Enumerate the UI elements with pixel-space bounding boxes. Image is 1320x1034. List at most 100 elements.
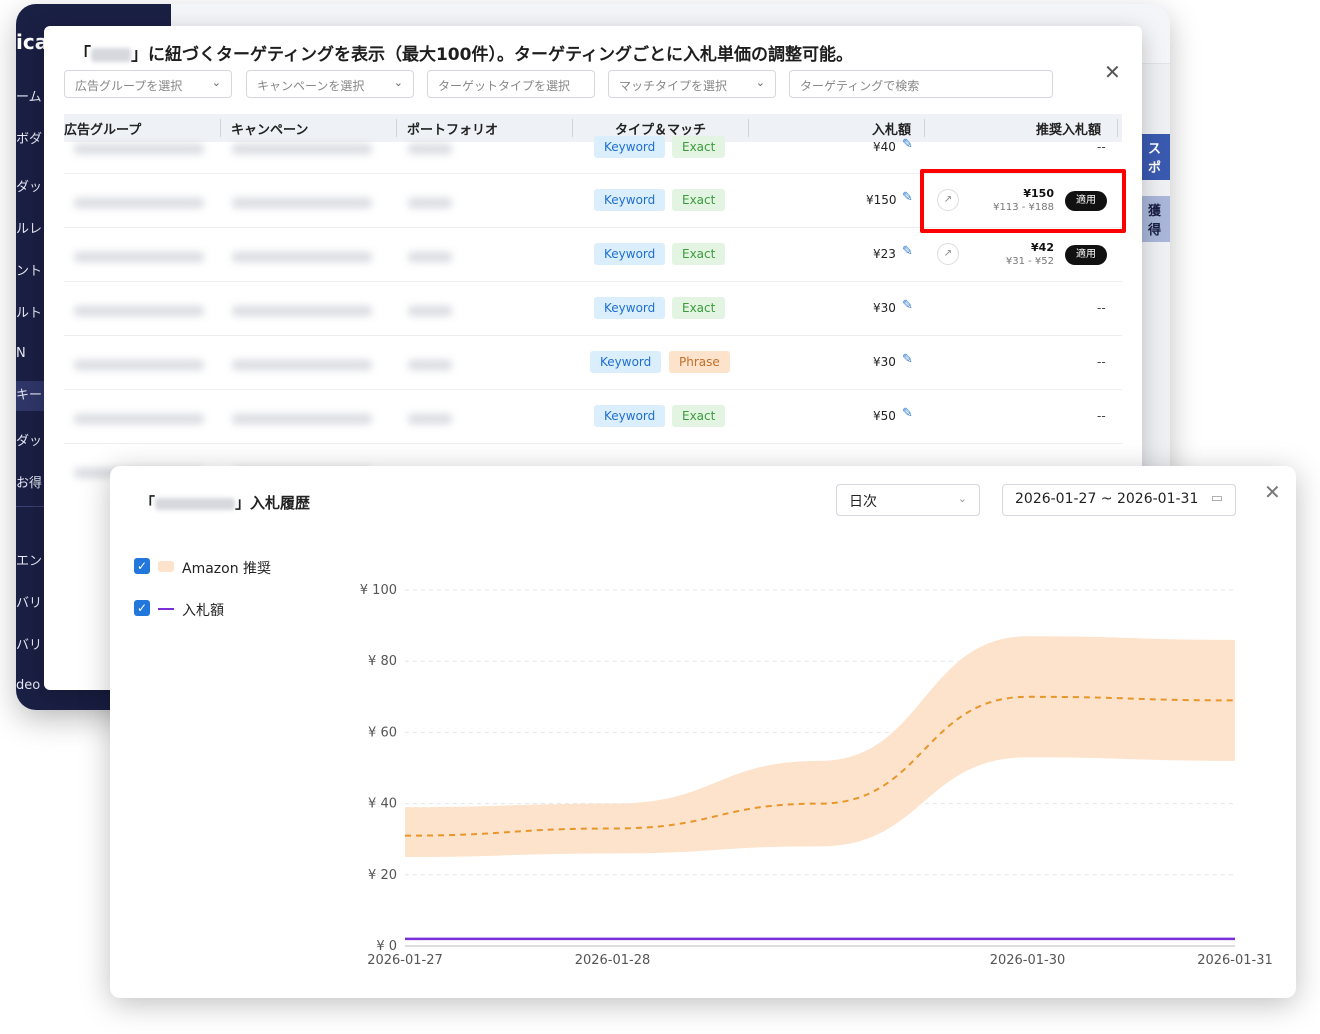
redacted-cell (232, 414, 372, 424)
campaign-select-label: キャンペーンを選択 (257, 79, 365, 93)
bid-value: ¥40 (873, 140, 896, 154)
sidebar-item[interactable]: バリ (16, 634, 42, 653)
y-tick-label: ¥ 80 (368, 654, 397, 669)
type-tag: Keyword (594, 297, 666, 319)
redacted-cell (408, 360, 452, 370)
x-tick-label: 2026-01-30 (990, 953, 1066, 968)
sidebar-item[interactable]: ント (16, 260, 42, 279)
match-tag: Exact (672, 297, 726, 319)
match-type-select[interactable]: マッチタイプを選択 ⌄ (608, 70, 776, 98)
targeting-modal-title: 「 」に紐づくターゲティングを表示（最大100件）。ターゲティングごとに入札単価の… (74, 40, 853, 65)
target-type-select[interactable]: ターゲットタイプを選択 (427, 70, 595, 98)
redacted-cell (74, 414, 204, 424)
redacted-cell (74, 306, 204, 316)
background-tag: スポ (1142, 134, 1170, 180)
bid-value: ¥150 (866, 193, 897, 207)
target-type-select-label: ターゲットタイプを選択 (438, 79, 571, 93)
redacted-cell (74, 360, 204, 370)
sidebar-item[interactable]: お得 (16, 472, 42, 491)
table-row: Keyword Exact ¥50 ✎ -- (64, 390, 1122, 444)
recommended-bid-empty: -- (1097, 355, 1106, 369)
bid-value: ¥30 (873, 301, 896, 315)
pencil-icon[interactable]: ✎ (902, 406, 913, 421)
table-row: Keyword Exact ¥40 ✎ -- (64, 120, 1122, 174)
table-row: Keyword Exact ¥23 ✎ ↗ ¥42 ¥31 - ¥52 適用 (64, 228, 1122, 282)
redacted-cell (74, 198, 204, 208)
match-tag: Exact (672, 189, 726, 211)
x-tick-label: 2026-01-27 (367, 953, 443, 968)
sidebar-item[interactable]: バリ (16, 592, 42, 611)
recommended-bid-empty: -- (1097, 301, 1106, 315)
match-tag: Exact (672, 405, 726, 427)
pencil-icon[interactable]: ✎ (902, 352, 913, 367)
title-suffix: 」に紐づくターゲティングを表示（最大100件）。ターゲティングごとに入札単価の調… (131, 45, 853, 65)
pencil-icon[interactable]: ✎ (902, 137, 913, 152)
targeting-search-input[interactable]: ターゲティングで検索 (789, 70, 1053, 98)
sidebar-item[interactable]: ダッ (16, 430, 42, 449)
sidebar-item[interactable]: deo (16, 678, 40, 693)
chevron-down-icon: ⌄ (393, 76, 403, 89)
chevron-down-icon: ⌄ (755, 76, 765, 89)
match-tag: Phrase (669, 351, 730, 373)
recommended-bid-empty: -- (1097, 409, 1106, 423)
sidebar-item[interactable]: エン (16, 550, 42, 569)
bid-history-modal: 「」入札履歴 ✕ 日次 ⌄ 2026-01-27 ~ 2026-01-31 ▭ … (110, 466, 1296, 998)
y-tick-label: ¥ 0 (376, 939, 397, 954)
x-tick-label: 2026-01-31 (1197, 953, 1273, 968)
y-tick-label: ¥ 100 (360, 583, 397, 598)
x-tick-label: 2026-01-28 (575, 953, 651, 968)
recommended-bid-highlight (920, 169, 1126, 233)
apply-button[interactable]: 適用 (1065, 245, 1107, 265)
trend-chart-icon[interactable]: ↗ (937, 243, 959, 265)
recommended-bid: ¥42 (1031, 241, 1054, 254)
recommended-range-band (405, 636, 1235, 857)
type-tag: Keyword (594, 405, 666, 427)
type-tag: Keyword (594, 243, 666, 265)
campaign-select[interactable]: キャンペーンを選択 ⌄ (246, 70, 414, 98)
redacted-cell (74, 252, 204, 262)
redacted-cell (232, 198, 372, 208)
y-tick-label: ¥ 60 (368, 725, 397, 740)
bid-value: ¥30 (873, 355, 896, 369)
ad-group-select-label: 広告グループを選択 (75, 79, 183, 93)
pencil-icon[interactable]: ✎ (902, 298, 913, 313)
chevron-down-icon: ⌄ (211, 76, 221, 89)
pencil-icon[interactable]: ✎ (902, 244, 913, 259)
bid-history-chart: ¥ 0 ¥ 20 ¥ 40 ¥ 60 ¥ 80 ¥ 100 2026-01-27 2026-0… (360, 583, 1273, 968)
search-placeholder: ターゲティングで検索 (800, 79, 920, 93)
sidebar-item[interactable]: N (16, 346, 26, 361)
sidebar-item[interactable]: ルレ (16, 218, 42, 237)
title-prefix: 「 (74, 45, 91, 65)
type-tag: Keyword (590, 351, 662, 373)
close-icon[interactable]: ✕ (1104, 60, 1121, 84)
redacted-cell (232, 252, 372, 262)
redacted-cell (408, 414, 452, 424)
type-tag: Keyword (594, 189, 666, 211)
match-tag: Exact (672, 243, 726, 265)
background-tag: 獲得 (1142, 196, 1170, 242)
table-row: Keyword Exact ¥30 ✎ -- (64, 282, 1122, 336)
y-tick-label: ¥ 40 (368, 797, 397, 812)
table-row: Keyword Phrase ¥30 ✎ -- (64, 336, 1122, 390)
match-type-select-label: マッチタイプを選択 (619, 79, 728, 93)
match-tag: Exact (672, 136, 726, 158)
bid-value: ¥23 (873, 247, 896, 261)
redacted-cell (232, 360, 372, 370)
recommended-bid-empty: -- (1097, 140, 1106, 154)
redacted-cell (408, 144, 452, 154)
redacted-cell (408, 306, 452, 316)
redacted-cell (232, 306, 372, 316)
redacted-cell (232, 144, 372, 154)
pencil-icon[interactable]: ✎ (902, 190, 913, 205)
recommended-bid-range: ¥31 - ¥52 (1005, 256, 1054, 267)
redacted-cell (408, 252, 452, 262)
redacted-name (91, 48, 131, 62)
bid-value: ¥50 (873, 409, 896, 423)
redacted-cell (74, 144, 204, 154)
redacted-cell (408, 198, 452, 208)
y-tick-label: ¥ 20 (368, 868, 397, 883)
sidebar-item[interactable]: ーム (16, 86, 42, 105)
ad-group-select[interactable]: 広告グループを選択 ⌄ (64, 70, 232, 98)
sidebar-item[interactable]: ルト (16, 302, 42, 321)
sidebar-item[interactable]: ダッ (16, 176, 42, 195)
